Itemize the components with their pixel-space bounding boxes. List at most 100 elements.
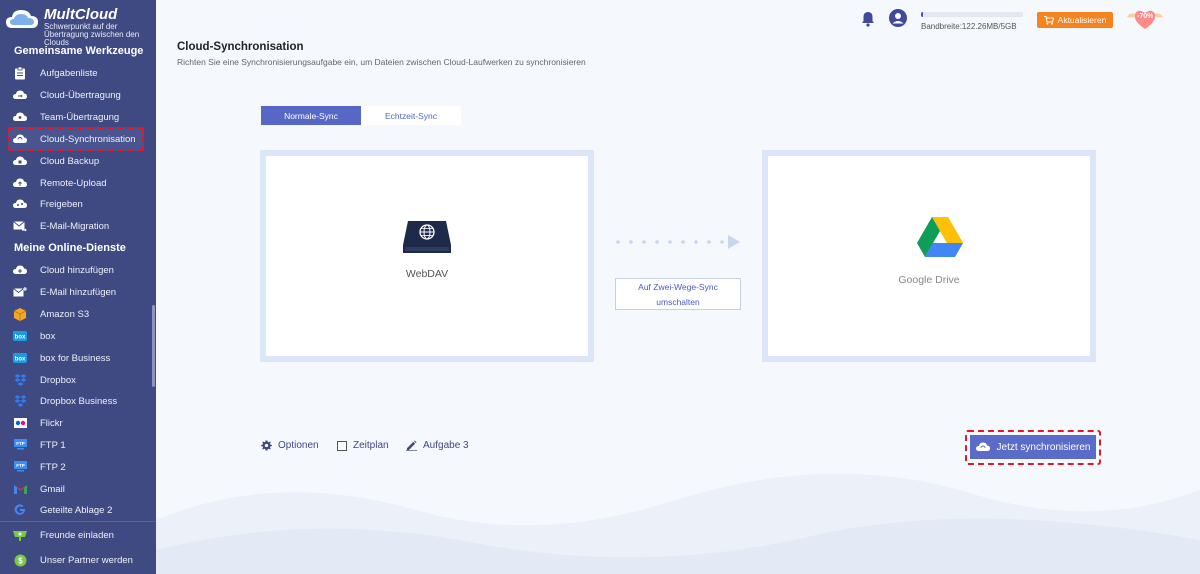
ftp-icon: FTP — [13, 438, 27, 452]
sidebar-item-box-business[interactable]: box box for Business — [8, 348, 144, 368]
sidebar-item-label: Geteilte Ablage 2 — [40, 504, 113, 516]
section-title-services: Meine Online-Dienste — [14, 242, 126, 254]
promo-badge[interactable]: -70% — [1125, 7, 1165, 31]
notification-bell-icon[interactable] — [861, 11, 875, 27]
svg-text:FTP: FTP — [16, 441, 25, 446]
partner-icon: $ — [13, 553, 27, 567]
checkbox-icon — [337, 440, 347, 451]
source-label: WebDAV — [405, 268, 449, 280]
clipboard-icon — [13, 66, 27, 80]
sidebar-item-label: Aufgabenliste — [40, 67, 98, 79]
sidebar-divider — [0, 521, 156, 522]
page-subtitle: Richten Sie eine Synchronisierungsaufgab… — [177, 57, 586, 67]
gmail-icon — [13, 482, 27, 496]
logo[interactable]: MultCloud Schwerpunkt auf der Übertragun… — [4, 4, 154, 47]
sidebar-item-label: Cloud hinzufügen — [40, 264, 114, 276]
bandwidth-bar — [921, 12, 1023, 17]
pencil-icon — [406, 440, 417, 451]
sync-now-label: Jetzt synchronisieren — [996, 441, 1091, 453]
brand-tagline: Schwerpunkt auf der Übertragung zwischen… — [44, 22, 140, 47]
upgrade-label: Aktualisieren — [1057, 15, 1107, 25]
task-name-edit[interactable]: Aufgabe 3 — [406, 440, 469, 451]
sidebar-item-box[interactable]: box box — [8, 326, 144, 346]
team-transfer-icon — [13, 110, 27, 124]
add-cloud-icon — [13, 263, 27, 277]
share-icon — [13, 197, 27, 211]
sidebar-item-amazon-s3[interactable]: Amazon S3 — [8, 304, 144, 324]
sync-mode-tabs: Normale-Sync Echtzeit-Sync — [261, 106, 461, 125]
sidebar-item-invite-friends[interactable]: Freunde einladen — [8, 525, 144, 545]
sidebar-item-dropbox[interactable]: Dropbox — [8, 370, 144, 390]
promo-label: -70% — [1137, 13, 1154, 20]
task-label: Aufgabe 3 — [423, 440, 469, 451]
toggle-line-1: Auf Zwei-Wege-Sync — [638, 282, 718, 292]
user-avatar-icon[interactable] — [889, 9, 907, 27]
sidebar-item-label: Gmail — [40, 483, 65, 495]
cloud-backup-icon — [13, 154, 27, 168]
sidebar-item-shared-drive[interactable]: Geteilte Ablage 2 — [8, 500, 144, 520]
dropbox-icon — [13, 373, 27, 387]
sidebar-item-label: Team-Übertragung — [40, 111, 120, 123]
flickr-icon — [13, 416, 27, 430]
section-title-tools: Gemeinsame Werkzeuge — [14, 45, 144, 57]
sidebar-item-label: box for Business — [40, 352, 111, 364]
sidebar-item-team-transfer[interactable]: Team-Übertragung — [8, 107, 144, 127]
sidebar-item-label: Flickr — [40, 417, 63, 429]
bandwidth-text: Bandbreite:122.26MB/5GB — [921, 22, 1017, 31]
source-panel[interactable]: WebDAV — [260, 150, 594, 362]
two-way-sync-toggle-button[interactable]: Auf Zwei-Wege-Sync umschalten — [615, 278, 741, 310]
tab-normal-sync[interactable]: Normale-Sync — [261, 106, 361, 125]
sidebar-item-ftp-2[interactable]: FTP FTP 2 — [8, 457, 144, 477]
sidebar-item-partner[interactable]: $ Unser Partner werden — [8, 550, 144, 570]
cart-icon — [1043, 15, 1054, 25]
sidebar-item-gmail[interactable]: Gmail — [8, 479, 144, 499]
tab-realtime-sync[interactable]: Echtzeit-Sync — [361, 106, 461, 125]
sidebar-item-task-list[interactable]: Aufgabenliste — [8, 63, 144, 83]
sidebar-item-cloud-backup[interactable]: Cloud Backup — [8, 151, 144, 171]
bandwidth-meter: Bandbreite:122.26MB/5GB — [921, 12, 1025, 31]
amazon-s3-icon — [13, 307, 27, 321]
sidebar-item-email-migration[interactable]: E-Mail-Migration — [8, 216, 144, 236]
sidebar-item-label: Cloud-Übertragung — [40, 89, 121, 101]
webdav-server-icon — [403, 221, 451, 253]
target-label: Google Drive — [898, 274, 960, 286]
bandwidth-fill — [921, 12, 924, 17]
svg-text:box: box — [15, 334, 26, 340]
sidebar-item-label: Cloud-Synchronisation — [40, 133, 136, 145]
sidebar-scrollbar[interactable] — [152, 305, 155, 387]
sidebar-item-label: Freunde einladen — [40, 529, 114, 541]
schedule-checkbox[interactable]: Zeitplan — [337, 440, 389, 451]
sidebar-item-ftp-1[interactable]: FTP FTP 1 — [8, 435, 144, 455]
ftp-icon: FTP — [13, 460, 27, 474]
toggle-line-2: umschalten — [656, 297, 700, 307]
target-panel-inner: Google Drive — [768, 156, 1090, 356]
sidebar-item-remote-upload[interactable]: Remote-Upload — [8, 173, 144, 193]
target-panel[interactable]: Google Drive — [762, 150, 1096, 362]
sidebar-item-label: FTP 1 — [40, 439, 66, 451]
sidebar-item-add-cloud[interactable]: Cloud hinzufügen — [8, 260, 144, 280]
sidebar-item-label: Unser Partner werden — [40, 554, 133, 566]
box-icon: box — [13, 329, 27, 343]
sidebar-item-cloud-sync[interactable]: Cloud-Synchronisation — [8, 127, 144, 151]
google-drive-icon — [917, 217, 963, 257]
sidebar: MultCloud Schwerpunkt auf der Übertragun… — [0, 0, 156, 574]
svg-text:box: box — [15, 356, 26, 362]
sidebar-item-flickr[interactable]: Flickr — [8, 413, 144, 433]
sidebar-item-label: FTP 2 — [40, 461, 66, 473]
sidebar-item-add-email[interactable]: E-Mail hinzufügen — [8, 282, 144, 302]
sidebar-item-label: box — [40, 330, 56, 342]
invite-friends-icon — [13, 528, 27, 542]
cloud-sync-icon — [13, 132, 27, 146]
email-migration-icon — [13, 219, 27, 233]
sidebar-item-dropbox-business[interactable]: Dropbox Business — [8, 391, 144, 411]
upgrade-button[interactable]: Aktualisieren — [1037, 12, 1113, 28]
sync-now-button[interactable]: Jetzt synchronisieren — [970, 435, 1096, 459]
sidebar-item-cloud-transfer[interactable]: Cloud-Übertragung — [8, 85, 144, 105]
sidebar-item-label: Freigeben — [40, 198, 83, 210]
options-button[interactable]: Optionen — [261, 440, 319, 451]
page-title: Cloud-Synchronisation — [177, 41, 304, 53]
sidebar-item-label: Remote-Upload — [40, 177, 107, 189]
sidebar-item-share[interactable]: Freigeben — [8, 194, 144, 214]
add-email-icon — [13, 285, 27, 299]
svg-text:FTP: FTP — [16, 463, 25, 468]
